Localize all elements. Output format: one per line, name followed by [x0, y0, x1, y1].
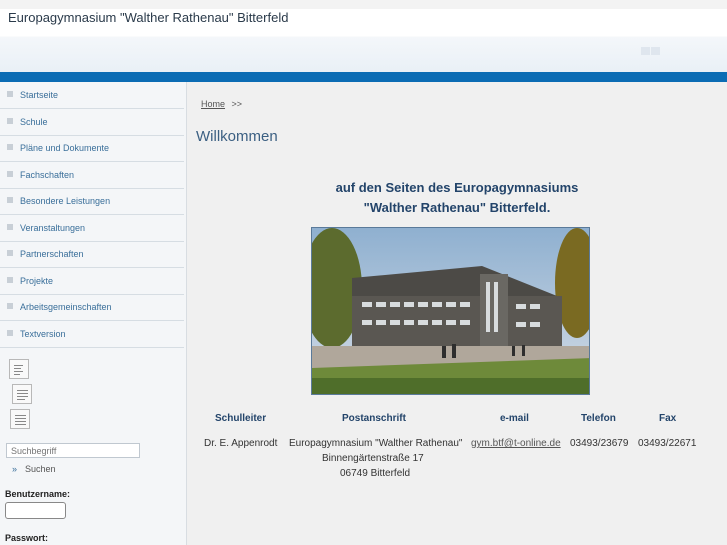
cell-telefon: 03493/23679	[570, 438, 629, 449]
sidebar: Startseite Schule Pläne und Dokumente Fa…	[0, 82, 187, 545]
nav-item-startseite[interactable]: Startseite	[0, 82, 184, 109]
cell-fax: 03493/22671	[638, 438, 697, 449]
nav-item-label: Startseite	[20, 90, 59, 100]
nav-item-label: Schule	[20, 117, 48, 127]
table-header-schulleiter: Schulleiter	[215, 413, 267, 424]
breadcrumb-home-link[interactable]: Home	[201, 99, 225, 109]
nav-item-label: Besondere Leistungen	[20, 196, 111, 206]
square-bullet-icon	[7, 330, 13, 336]
nav-item-schule[interactable]: Schule	[0, 109, 184, 136]
square-bullet-icon	[7, 144, 13, 150]
search-input[interactable]	[6, 443, 140, 458]
square-bullet-icon	[7, 118, 13, 124]
username-field[interactable]	[5, 502, 66, 519]
nav-item-veranstaltungen[interactable]: Veranstaltungen	[0, 215, 184, 242]
nav-item-label: Partnerschaften	[20, 249, 84, 259]
site-title: Europagymnasium "Walther Rathenau" Bitte…	[8, 10, 289, 25]
cell-email: gym.btf@t-online.de	[471, 438, 561, 449]
accent-bar	[0, 72, 727, 82]
nav-item-label: Projekte	[20, 276, 54, 286]
breadcrumb: Home >>	[201, 99, 242, 109]
cell-anschrift-line-3: 06749 Bitterfeld	[340, 468, 411, 479]
square-bullet-icon	[7, 224, 13, 230]
search-button[interactable]: » Suchen	[12, 464, 56, 474]
nav-item-label: Textversion	[20, 329, 66, 339]
align-justify-icon[interactable]	[10, 409, 30, 429]
square-bullet-icon	[7, 197, 13, 203]
breadcrumb-separator: >>	[231, 99, 243, 109]
intro-line-2: "Walther Rathenau" Bitterfeld.	[363, 200, 551, 215]
square-bullet-icon	[7, 171, 13, 177]
nav-item-label: Pläne und Dokumente	[20, 143, 110, 153]
username-label: Benutzername:	[5, 489, 71, 499]
email-link[interactable]: gym.btf@t-online.de	[471, 438, 561, 449]
search-button-label: Suchen	[25, 464, 56, 474]
square-bullet-icon	[7, 91, 13, 97]
cell-anschrift-line-2: Binnengärtenstraße 17	[322, 453, 424, 464]
nav-item-label: Arbeitsgemeinschaften	[20, 302, 112, 312]
nav-item-plaene-und-dokumente[interactable]: Pläne und Dokumente	[0, 135, 184, 162]
table-header-postanschrift: Postanschrift	[342, 413, 406, 424]
main-content: Home >> Willkommen auf den Seiten des Eu…	[187, 82, 727, 545]
nav-item-arbeitsgemeinschaften[interactable]: Arbeitsgemeinschaften	[0, 294, 184, 321]
top-gap	[0, 0, 727, 9]
nav-item-partnerschaften[interactable]: Partnerschaften	[0, 241, 184, 268]
table-header-email: e-mail	[500, 413, 529, 424]
nav-item-label: Fachschaften	[20, 170, 75, 180]
square-bullet-icon	[7, 250, 13, 256]
nav-item-besondere-leistungen[interactable]: Besondere Leistungen	[0, 188, 184, 215]
intro-line-1: auf den Seiten des Europagymnasiums	[335, 180, 579, 195]
cell-anschrift-line-1: Europagymnasium "Walther Rathenau"	[289, 438, 463, 449]
header-decor-block	[641, 47, 650, 55]
cell-schulleiter: Dr. E. Appenrodt	[204, 438, 278, 449]
square-bullet-icon	[7, 303, 13, 309]
page-title: Willkommen	[196, 128, 278, 145]
nav-item-projekte[interactable]: Projekte	[0, 268, 184, 295]
site-header: Europagymnasium "Walther Rathenau" Bitte…	[0, 9, 727, 72]
header-decor-block	[651, 47, 660, 55]
nav-item-fachschaften[interactable]: Fachschaften	[0, 162, 184, 189]
double-chevron-right-icon: »	[12, 464, 18, 474]
square-bullet-icon	[7, 277, 13, 283]
align-center-icon[interactable]	[12, 384, 32, 404]
align-left-icon[interactable]	[9, 359, 29, 379]
nav-item-textversion[interactable]: Textversion	[0, 321, 184, 348]
nav-item-label: Veranstaltungen	[20, 223, 86, 233]
school-building-photo	[311, 227, 590, 395]
password-label: Passwort:	[5, 533, 49, 543]
table-header-telefon: Telefon	[581, 413, 616, 424]
table-header-fax: Fax	[659, 413, 677, 424]
